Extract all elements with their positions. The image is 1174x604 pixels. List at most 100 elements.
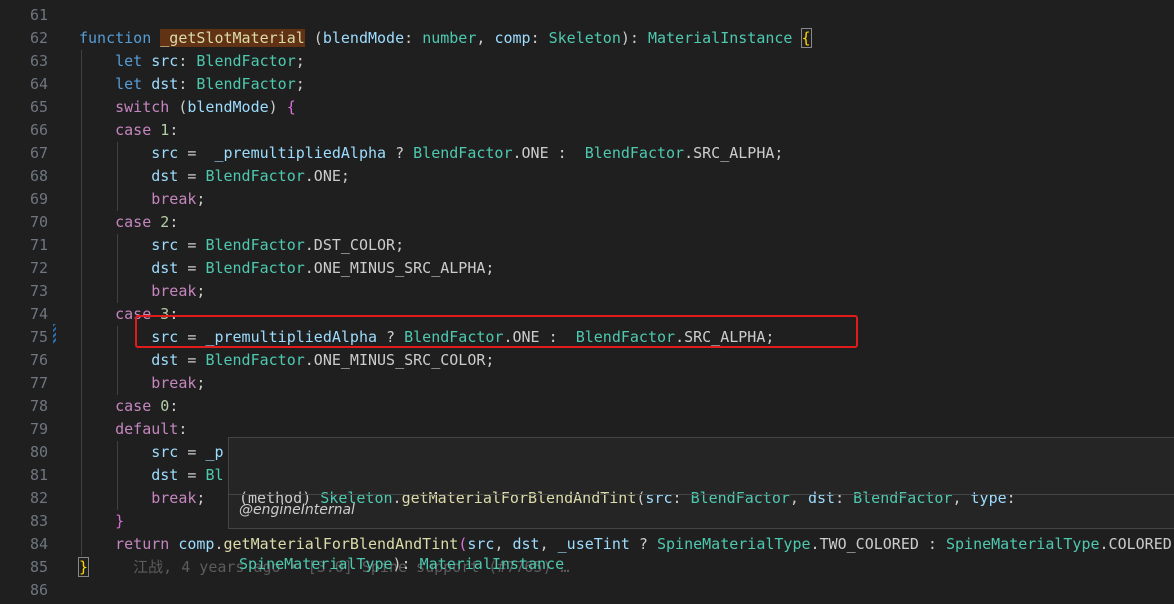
editor.lines.1.tokens-token: [792, 29, 801, 47]
editor.lines.4.tokens-token: blendMode: [187, 98, 269, 116]
line-number[interactable]: 77: [0, 372, 48, 395]
line-number[interactable]: 85: [0, 556, 48, 579]
editor.lines.17.tokens-token: [79, 397, 115, 415]
code-line[interactable]: 77 break;: [0, 372, 1174, 395]
editor.lines.13.tokens-token: [79, 305, 115, 323]
editor.lines.11.tokens-token: .ONE_MINUS_SRC_ALPHA;: [304, 259, 495, 277]
line-number[interactable]: 84: [0, 533, 48, 556]
editor.lines.6.tokens-token: [79, 144, 151, 162]
line-number[interactable]: 69: [0, 188, 48, 211]
line-number[interactable]: 81: [0, 464, 48, 487]
editor.lines.1.tokens-token: blendMode: [322, 29, 405, 47]
editor.lines.3.tokens-token: [79, 75, 115, 93]
line-code[interactable]: break;: [79, 487, 205, 510]
editor.lines.1.tokens-token: Skeleton: [548, 29, 621, 47]
editor.lines.3.tokens-token: [142, 75, 151, 93]
line-number[interactable]: 86: [0, 579, 48, 602]
editor.lines.4.tokens-token: [79, 98, 115, 116]
line-code[interactable]: dst = BlendFactor.ONE_MINUS_SRC_ALPHA;: [79, 257, 494, 280]
line-number[interactable]: 82: [0, 487, 48, 510]
indent-guide: [117, 326, 118, 395]
code-line[interactable]: 70 case 2:: [0, 211, 1174, 234]
line-code[interactable]: src = _p: [79, 441, 223, 464]
line-code[interactable]: src = _premultipliedAlpha ? BlendFactor.…: [79, 142, 783, 165]
line-number[interactable]: 83: [0, 510, 48, 533]
code-line[interactable]: 64 let dst: BlendFactor;: [0, 73, 1174, 96]
line-number[interactable]: 66: [0, 119, 48, 142]
editor.lines.6.tokens-token: src: [151, 144, 179, 162]
editor.lines.10.tokens-token: =: [178, 236, 206, 254]
line-number[interactable]: 74: [0, 303, 48, 326]
line-code[interactable]: break;: [79, 372, 205, 395]
hover.signature_line1-token: src: [645, 489, 673, 507]
code-line[interactable]: 63 let src: BlendFactor;: [0, 50, 1174, 73]
editor.lines.19.tokens-token: [79, 443, 151, 461]
editor.lines.12.tokens-token: ;: [196, 282, 206, 300]
editor.lines.22.tokens-token: }: [115, 512, 125, 530]
line-number[interactable]: 70: [0, 211, 48, 234]
line-number[interactable]: 79: [0, 418, 48, 441]
editor.lines.1.tokens-token: comp: [494, 29, 531, 47]
code-line[interactable]: 66 case 1:: [0, 119, 1174, 142]
line-code[interactable]: break;: [79, 188, 205, 211]
editor.lines.1.tokens-token: :: [404, 29, 423, 47]
line-code[interactable]: src = BlendFactor.DST_COLOR;: [79, 234, 404, 257]
editor.lines.5.tokens-token: case: [115, 121, 152, 139]
code-line[interactable]: 65 switch (blendMode) {: [0, 96, 1174, 119]
line-number[interactable]: 80: [0, 441, 48, 464]
line-code[interactable]: switch (blendMode) {: [79, 96, 296, 119]
editor.lines.20.tokens-token: [79, 466, 151, 484]
line-code[interactable]: break;: [79, 280, 205, 303]
line-code[interactable]: default:: [79, 418, 187, 441]
editor.lines.7.tokens-token: .ONE;: [304, 167, 350, 185]
line-number[interactable]: 76: [0, 349, 48, 372]
modified-line-gutter-marker[interactable]: [53, 324, 56, 344]
code-line[interactable]: 78 case 0:: [0, 395, 1174, 418]
line-number[interactable]: 71: [0, 234, 48, 257]
line-code[interactable]: dst = Bl: [79, 464, 223, 487]
hover.signature_line1-token: BlendFactor: [690, 489, 790, 507]
line-number[interactable]: 67: [0, 142, 48, 165]
code-line[interactable]: 72 dst = BlendFactor.ONE_MINUS_SRC_ALPHA…: [0, 257, 1174, 280]
line-number[interactable]: 65: [0, 96, 48, 119]
editor.lines.12.tokens-token: [79, 282, 151, 300]
line-code[interactable]: function _getSlotMaterial (blendMode: nu…: [79, 27, 812, 50]
line-code[interactable]: let src: BlendFactor;: [79, 50, 305, 73]
editor.lines.1.tokens-token: ,: [476, 29, 495, 47]
code-line[interactable]: 67 src = _premultipliedAlpha ? BlendFact…: [0, 142, 1174, 165]
line-number[interactable]: 73: [0, 280, 48, 303]
code-line[interactable]: 69 break;: [0, 188, 1174, 211]
line-code[interactable]: dst = BlendFactor.ONE_MINUS_SRC_COLOR;: [79, 349, 494, 372]
line-number[interactable]: 68: [0, 165, 48, 188]
code-line[interactable]: 71 src = BlendFactor.DST_COLOR;: [0, 234, 1174, 257]
editor.lines.3.tokens-token: dst: [151, 75, 179, 93]
line-code[interactable]: case 2:: [79, 211, 178, 234]
line-number[interactable]: 63: [0, 50, 48, 73]
line-number[interactable]: 78: [0, 395, 48, 418]
line-code[interactable]: }: [79, 510, 124, 533]
line-number[interactable]: 64: [0, 73, 48, 96]
editor.lines.10.tokens-token: BlendFactor: [205, 236, 305, 254]
line-number[interactable]: 62: [0, 27, 48, 50]
line-number[interactable]: 61: [0, 4, 48, 27]
editor.lines.11.tokens-token: dst: [151, 259, 179, 277]
editor.lines.19.tokens-token: src: [151, 443, 179, 461]
code-line[interactable]: 61: [0, 4, 1174, 27]
hover.signature_line2-token: MaterialInstance: [419, 555, 565, 573]
editor.lines.7.tokens-token: =: [178, 167, 206, 185]
line-code[interactable]: case 1:: [79, 119, 178, 142]
code-line[interactable]: 62 function _getSlotMaterial (blendMode: …: [0, 27, 1174, 50]
line-code[interactable]: dst = BlendFactor.ONE;: [79, 165, 350, 188]
code-line[interactable]: 76 dst = BlendFactor.ONE_MINUS_SRC_COLOR…: [0, 349, 1174, 372]
hover.signature_line2-token: ):: [392, 555, 420, 573]
line-code[interactable]: case 0:: [79, 395, 178, 418]
hover.signature_line1-token: :: [672, 489, 691, 507]
line-code[interactable]: let dst: BlendFactor;: [79, 73, 305, 96]
line-number[interactable]: 72: [0, 257, 48, 280]
code-line[interactable]: 68 dst = BlendFactor.ONE;: [0, 165, 1174, 188]
hover.signature_line1-token: BlendFactor: [853, 489, 953, 507]
code-line[interactable]: 73 break;: [0, 280, 1174, 303]
editor.lines.21.tokens-token: ;: [196, 489, 206, 507]
code-editor[interactable]: 61 62 function _getSlotMaterial (blendMode…: [0, 0, 1174, 604]
line-number[interactable]: 75: [0, 326, 48, 349]
